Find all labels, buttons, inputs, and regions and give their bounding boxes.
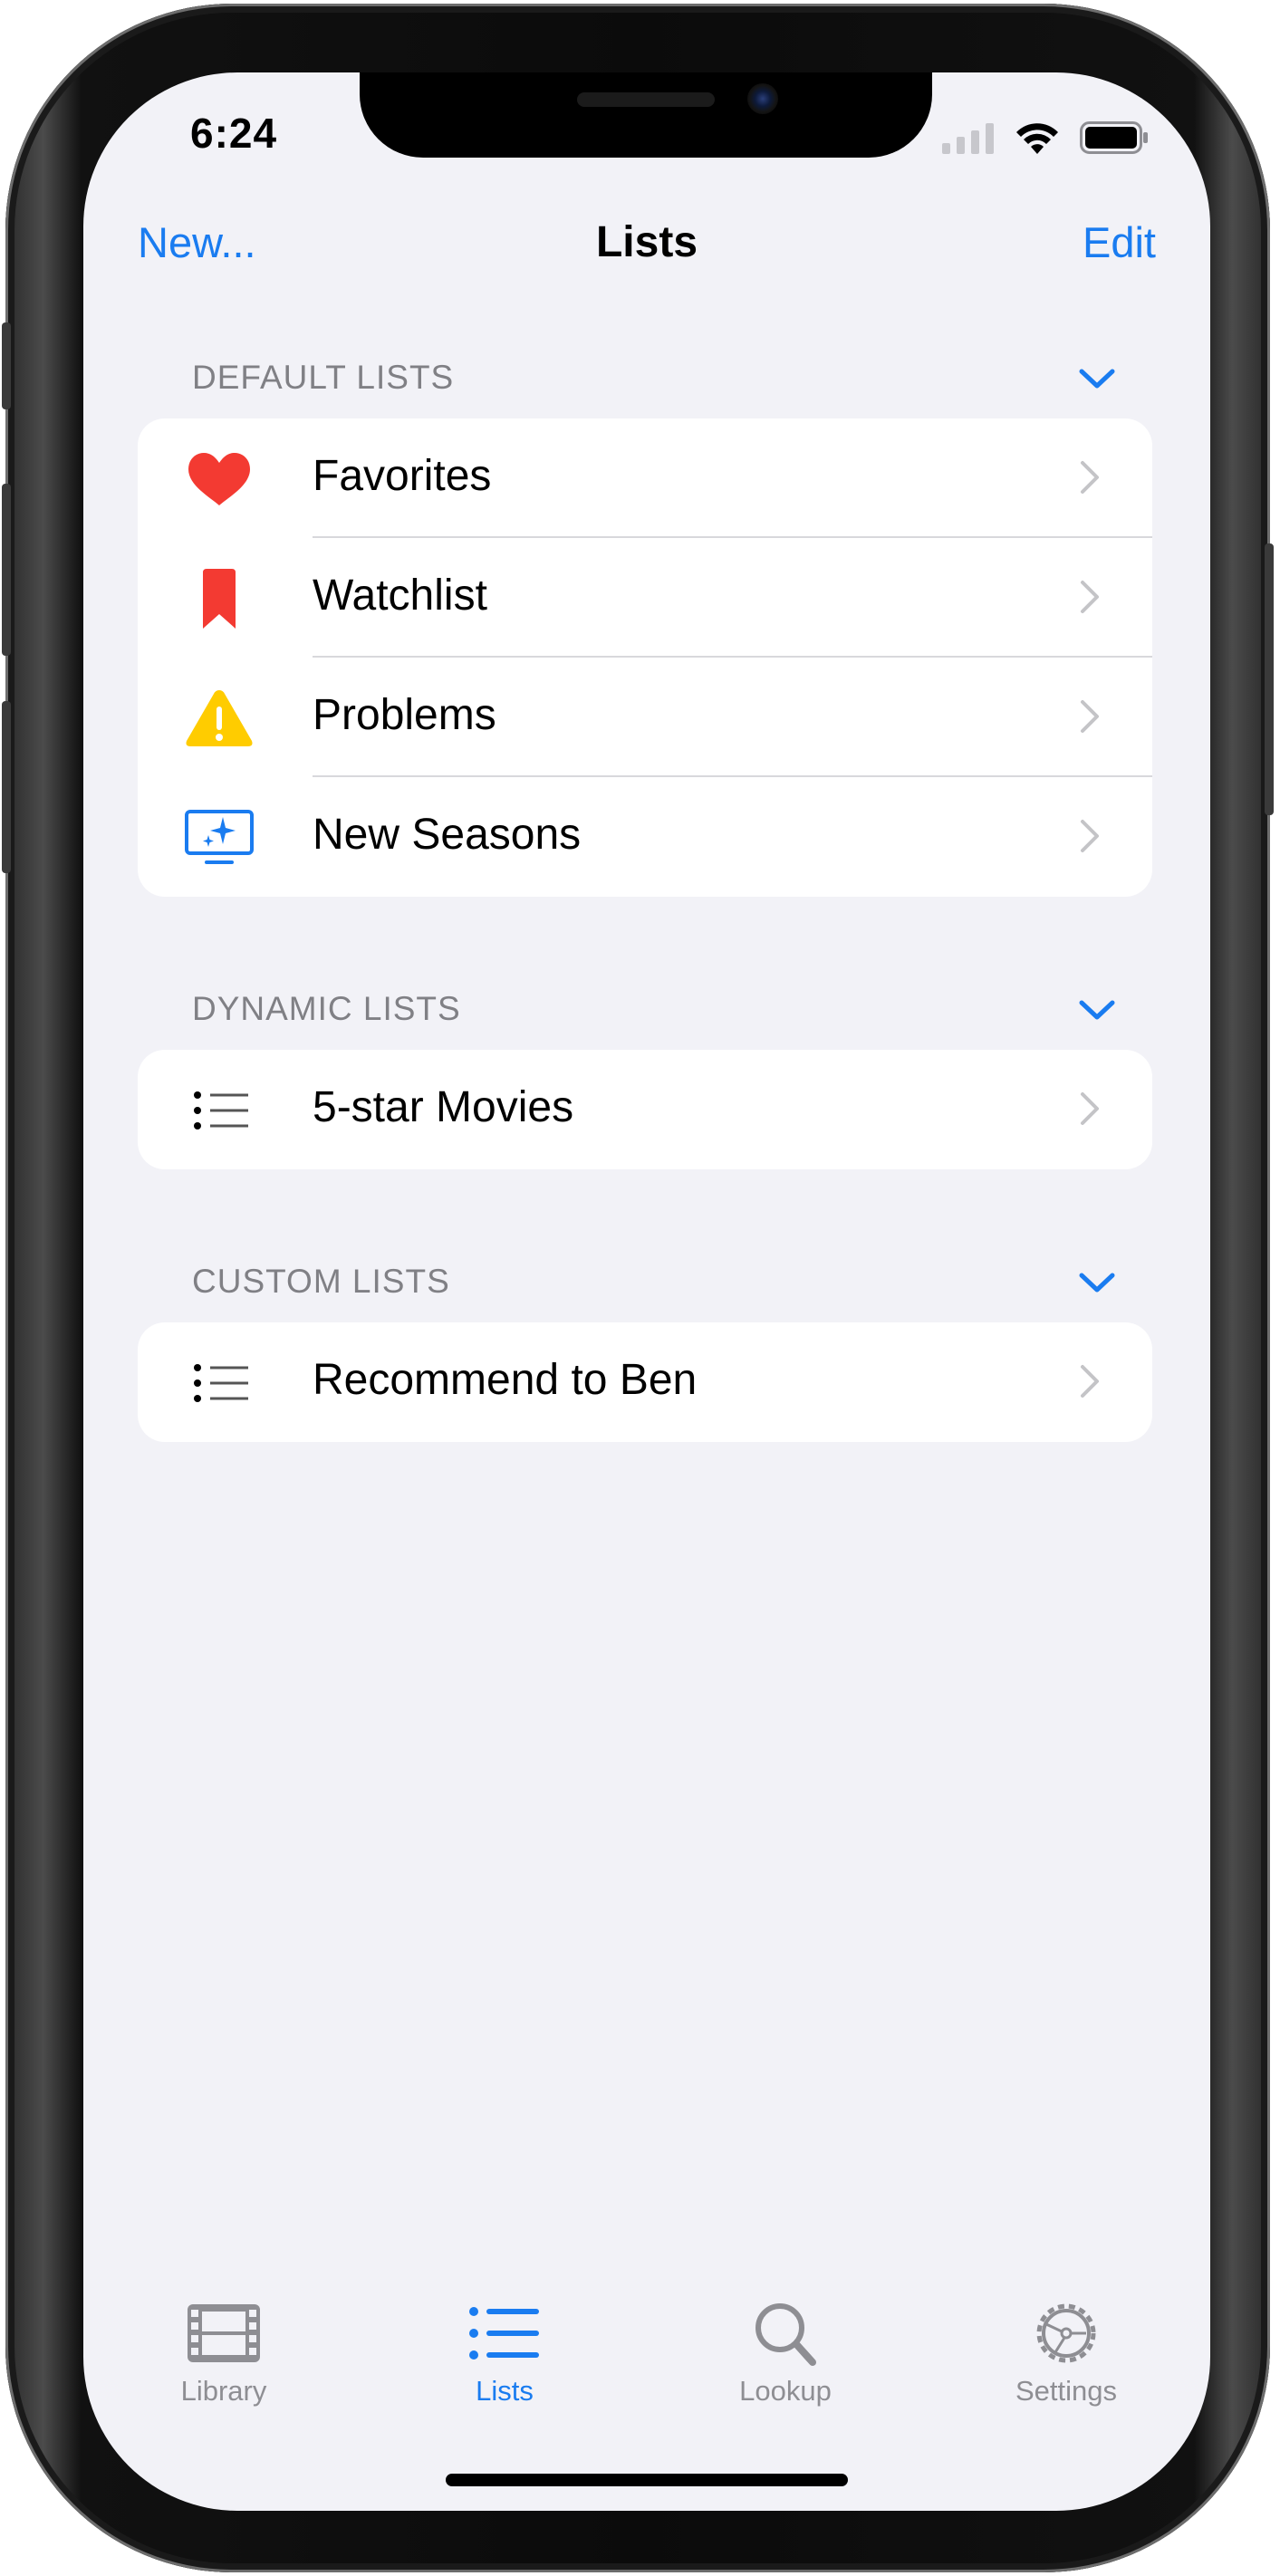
earpiece-speaker bbox=[577, 92, 715, 107]
tab-label: Lists bbox=[476, 2375, 534, 2407]
warning-icon bbox=[186, 690, 253, 746]
heart-icon bbox=[188, 453, 250, 505]
tab-settings[interactable]: Settings bbox=[958, 2292, 1175, 2446]
chevron-right-icon bbox=[1081, 1365, 1099, 1398]
chevron-right-icon bbox=[1081, 700, 1099, 733]
home-indicator[interactable] bbox=[446, 2474, 848, 2486]
row-label: New Seasons bbox=[313, 811, 582, 859]
wifi-icon bbox=[1016, 123, 1058, 154]
status-icons bbox=[942, 118, 1149, 154]
chevron-down-icon[interactable] bbox=[1078, 1270, 1116, 1295]
gear-icon bbox=[1036, 2303, 1096, 2363]
tab-library[interactable]: Library bbox=[115, 2292, 332, 2446]
tab-label: Library bbox=[180, 2375, 267, 2407]
section-title: DYNAMIC LISTS bbox=[192, 990, 461, 1027]
volume-up-button bbox=[2, 484, 11, 656]
list-row-favorites[interactable]: Favorites bbox=[138, 418, 1152, 538]
chevron-right-icon bbox=[1081, 1092, 1099, 1125]
screen: 6:24 New... Lists Edit DEFAULT LISTS Fav… bbox=[83, 72, 1210, 2511]
list-icon bbox=[194, 1364, 248, 1402]
tv-sparkle-icon bbox=[185, 810, 254, 864]
row-label: Favorites bbox=[313, 452, 492, 500]
section-title: DEFAULT LISTS bbox=[192, 359, 455, 396]
chevron-down-icon[interactable] bbox=[1078, 997, 1116, 1023]
power-button bbox=[1265, 543, 1274, 815]
tab-lookup[interactable]: Lookup bbox=[677, 2292, 894, 2446]
section-header-dynamic-lists[interactable]: DYNAMIC LISTS bbox=[138, 990, 1152, 1035]
row-label: Problems bbox=[313, 691, 496, 739]
list-row-recommend-to-ben[interactable]: Recommend to Ben bbox=[138, 1322, 1152, 1442]
list-icon bbox=[194, 1091, 248, 1129]
silent-switch bbox=[2, 322, 11, 409]
chevron-down-icon[interactable] bbox=[1078, 366, 1116, 391]
page-title: Lists bbox=[595, 218, 698, 266]
row-label: 5-star Movies bbox=[313, 1083, 574, 1131]
chevron-right-icon bbox=[1081, 461, 1099, 494]
tab-label: Settings bbox=[1015, 2375, 1117, 2407]
list-row-new-seasons[interactable]: New Seasons bbox=[138, 777, 1152, 897]
film-icon bbox=[188, 2304, 260, 2362]
default-lists-group: Favorites Watchlist Problems New Seasons bbox=[138, 418, 1152, 897]
phone-frame: 6:24 New... Lists Edit DEFAULT LISTS Fav… bbox=[2, 4, 1274, 2572]
navigation-bar: New... Lists Edit bbox=[83, 217, 1210, 281]
row-label: Recommend to Ben bbox=[313, 1356, 698, 1404]
custom-lists-group: Recommend to Ben bbox=[138, 1322, 1152, 1442]
chevron-right-icon bbox=[1081, 820, 1099, 852]
battery-icon bbox=[1080, 121, 1148, 154]
notch bbox=[360, 72, 932, 158]
front-camera bbox=[747, 83, 778, 114]
list-row-5-star-movies[interactable]: 5-star Movies bbox=[138, 1050, 1152, 1169]
volume-down-button bbox=[2, 701, 11, 873]
tab-label: Lookup bbox=[739, 2375, 832, 2407]
cellular-signal-icon bbox=[942, 123, 994, 154]
edit-button[interactable]: Edit bbox=[1083, 217, 1156, 267]
section-header-custom-lists[interactable]: CUSTOM LISTS bbox=[138, 1263, 1152, 1308]
row-label: Watchlist bbox=[313, 572, 487, 620]
search-icon bbox=[755, 2303, 816, 2366]
tab-bar: Library Lists Lookup Settings bbox=[83, 2292, 1210, 2455]
section-header-default-lists[interactable]: DEFAULT LISTS bbox=[138, 359, 1152, 404]
list-row-watchlist[interactable]: Watchlist bbox=[138, 538, 1152, 658]
tab-lists[interactable]: Lists bbox=[396, 2292, 613, 2446]
chevron-right-icon bbox=[1081, 581, 1099, 613]
dynamic-lists-group: 5-star Movies bbox=[138, 1050, 1152, 1169]
section-title: CUSTOM LISTS bbox=[192, 1263, 450, 1300]
list-bullet-icon bbox=[469, 2307, 539, 2360]
bookmark-icon bbox=[203, 569, 236, 629]
status-time: 6:24 bbox=[190, 110, 278, 157]
list-row-problems[interactable]: Problems bbox=[138, 658, 1152, 777]
